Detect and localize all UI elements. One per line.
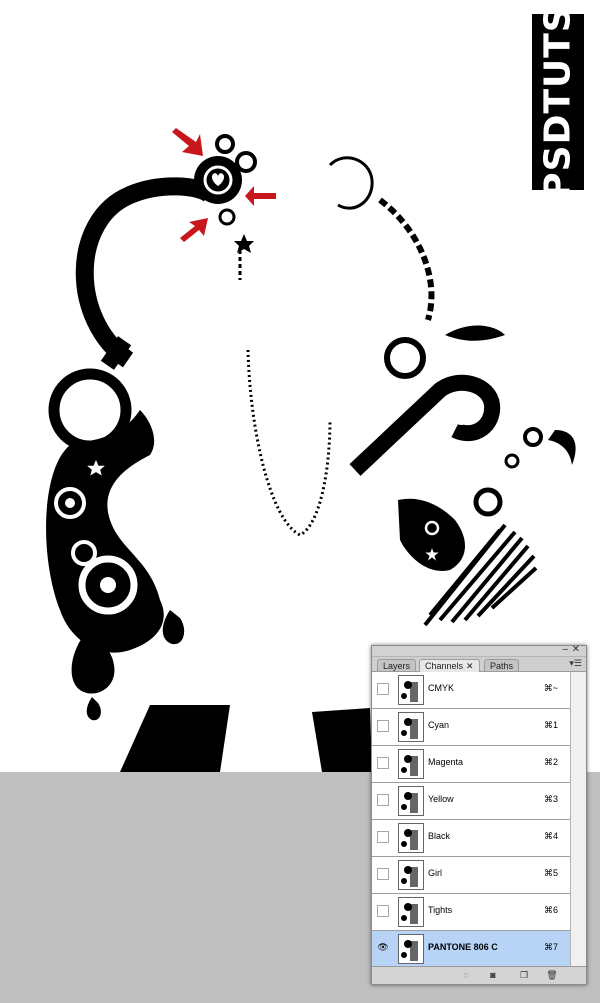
channel-row[interactable]: Magenta ⌘2: [372, 746, 570, 783]
left-swirl-arc: [75, 177, 217, 368]
right-top-drop: [445, 325, 505, 341]
badge-text: PSDTUTS: [537, 5, 579, 199]
visibility-toggle[interactable]: [377, 683, 389, 695]
channel-row[interactable]: Tights ⌘6: [372, 894, 570, 931]
channel-name: Girl: [428, 868, 442, 878]
minimize-icon[interactable]: –: [562, 644, 568, 656]
right-ring-2: [504, 453, 520, 469]
arrow-bottom-left: [180, 218, 208, 242]
bottom-right-shape: [312, 708, 372, 772]
tab-close-icon[interactable]: ✕: [466, 661, 474, 671]
channel-name: CMYK: [428, 683, 455, 693]
panel-menu-icon[interactable]: ▾☰: [569, 658, 582, 669]
visibility-toggle[interactable]: [377, 794, 389, 806]
star-top: [234, 234, 254, 253]
channel-name: Black: [428, 831, 451, 841]
close-icon[interactable]: ✕: [572, 644, 580, 656]
channel-shortcut: ⌘6: [543, 905, 558, 915]
new-channel-icon[interactable]: ❐: [518, 970, 530, 980]
eye-icon[interactable]: 👁: [377, 942, 389, 954]
p-swirl: [349, 374, 501, 476]
drop-small: [86, 697, 101, 721]
visibility-toggle[interactable]: [377, 831, 389, 843]
channel-shortcut: ⌘~: [543, 683, 558, 693]
channel-row[interactable]: 👁 PANTONE 806 C ⌘7: [372, 931, 570, 968]
channel-thumbnail: [398, 675, 424, 705]
channel-name: Yellow: [428, 794, 454, 804]
top-ring-right: [235, 151, 257, 173]
channel-thumbnail: [398, 860, 424, 890]
channel-thumbnail: [398, 823, 424, 853]
channel-thumbnail: [398, 934, 424, 964]
channel-name: PANTONE 806 C: [428, 942, 498, 952]
panel-titlebar[interactable]: – ✕: [372, 644, 586, 657]
hair-splash: [378, 197, 435, 321]
ring-below: [218, 208, 236, 226]
channel-row[interactable]: Yellow ⌘3: [372, 783, 570, 820]
bottom-left-shape: [120, 705, 230, 772]
visibility-toggle[interactable]: [377, 905, 389, 917]
right-ring-1: [523, 427, 543, 447]
channel-thumbnail: [398, 897, 424, 927]
tab-layers[interactable]: Layers: [377, 659, 417, 671]
right-comma: [548, 430, 576, 465]
channel-row[interactable]: CMYK ⌘~: [372, 672, 570, 709]
visibility-toggle[interactable]: [377, 868, 389, 880]
delete-channel-icon[interactable]: 🗑: [546, 970, 558, 980]
figure-head-outline: [328, 156, 374, 210]
arrow-top-left: [172, 128, 203, 156]
channel-thumbnail: [398, 749, 424, 779]
channel-name: Tights: [428, 905, 453, 915]
channel-shortcut: ⌘1: [543, 720, 558, 730]
right-ring-3: [473, 487, 503, 517]
tab-paths[interactable]: Paths: [484, 659, 520, 671]
channel-shortcut: ⌘4: [543, 831, 558, 841]
channel-shortcut: ⌘3: [543, 794, 558, 804]
right-small-ring: [384, 337, 426, 379]
panel-scrollbar[interactable]: [570, 672, 586, 966]
channel-row[interactable]: Girl ⌘5: [372, 857, 570, 894]
arrow-right: [245, 186, 276, 206]
channel-list: CMYK ⌘~ Cyan ⌘1 Magenta ⌘2 Yellow ⌘3 Black ⌘4 Girl…: [372, 672, 570, 968]
channel-shortcut: ⌘2: [543, 757, 558, 767]
channel-name: Magenta: [428, 757, 464, 767]
channel-row[interactable]: Cyan ⌘1: [372, 709, 570, 746]
visibility-toggle[interactable]: [377, 720, 389, 732]
channel-thumbnail: [398, 786, 424, 816]
channel-row[interactable]: Black ⌘4: [372, 820, 570, 857]
panel-bottom-toolbar: ◌ ◙ ❐ 🗑: [372, 966, 586, 984]
channel-shortcut: ⌘5: [543, 868, 558, 878]
channels-panel[interactable]: – ✕ Layers Channels ✕ Paths ▾☰ CMYK ⌘~ Cyan…: [371, 644, 587, 985]
channel-name: Cyan: [428, 720, 450, 730]
top-ring-small: [215, 134, 235, 154]
visibility-toggle[interactable]: [377, 757, 389, 769]
panel-tabs: Layers Channels ✕ Paths ▾☰: [372, 657, 586, 672]
left-blob: [46, 410, 164, 653]
load-selection-icon[interactable]: ◌: [460, 970, 472, 980]
psdtuts-badge: PSDTUTS: [532, 5, 584, 199]
channel-shortcut: ⌘7: [543, 942, 558, 952]
tab-channels[interactable]: Channels ✕: [419, 659, 480, 672]
necklace: [246, 349, 332, 537]
channel-thumbnail: [398, 712, 424, 742]
save-selection-icon[interactable]: ◙: [487, 970, 499, 980]
drop-right: [162, 610, 185, 645]
